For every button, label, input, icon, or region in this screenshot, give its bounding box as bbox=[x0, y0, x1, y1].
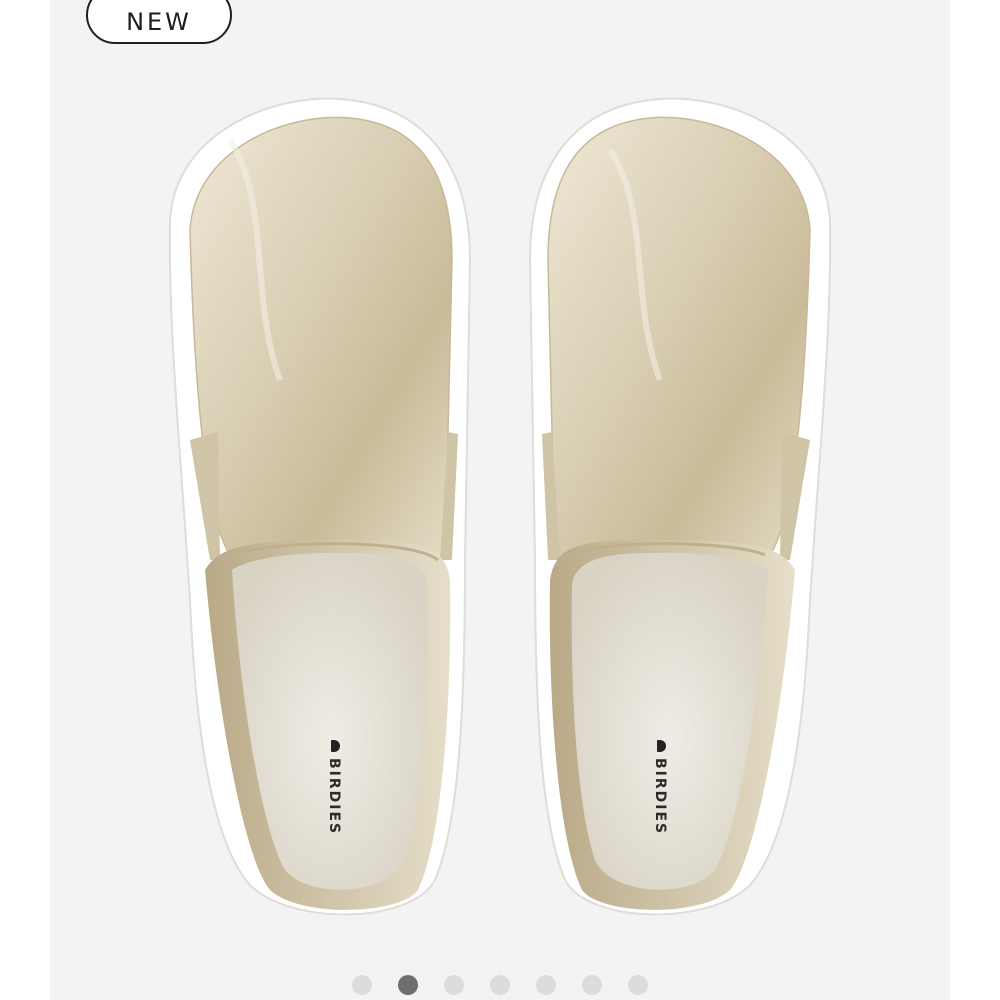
right-brand-text: BIRDIES bbox=[652, 758, 668, 836]
carousel-dot-3[interactable] bbox=[444, 975, 464, 995]
right-insole-brand-mark: BIRDIES bbox=[652, 740, 668, 835]
new-badge: NEW bbox=[86, 0, 232, 44]
left-insole-brand-mark: BIRDIES bbox=[326, 740, 342, 835]
carousel-pagination bbox=[0, 975, 1000, 997]
left-brand-text: BIRDIES bbox=[326, 758, 342, 836]
right-shoe bbox=[528, 97, 832, 916]
carousel-dot-5[interactable] bbox=[536, 975, 556, 995]
carousel-dot-4[interactable] bbox=[490, 975, 510, 995]
carousel-dot-1[interactable] bbox=[352, 975, 372, 995]
left-shoe bbox=[168, 97, 472, 916]
slip-on-shoes-illustration bbox=[168, 97, 832, 916]
carousel-dot-6[interactable] bbox=[582, 975, 602, 995]
product-image[interactable]: BIRDIES BIRDIES bbox=[50, 0, 950, 960]
carousel-dot-7[interactable] bbox=[628, 975, 648, 995]
carousel-dot-2[interactable] bbox=[398, 975, 418, 995]
new-badge-label: NEW bbox=[126, 8, 192, 36]
bird-logo-icon bbox=[657, 740, 666, 752]
bird-logo-icon bbox=[331, 740, 340, 752]
